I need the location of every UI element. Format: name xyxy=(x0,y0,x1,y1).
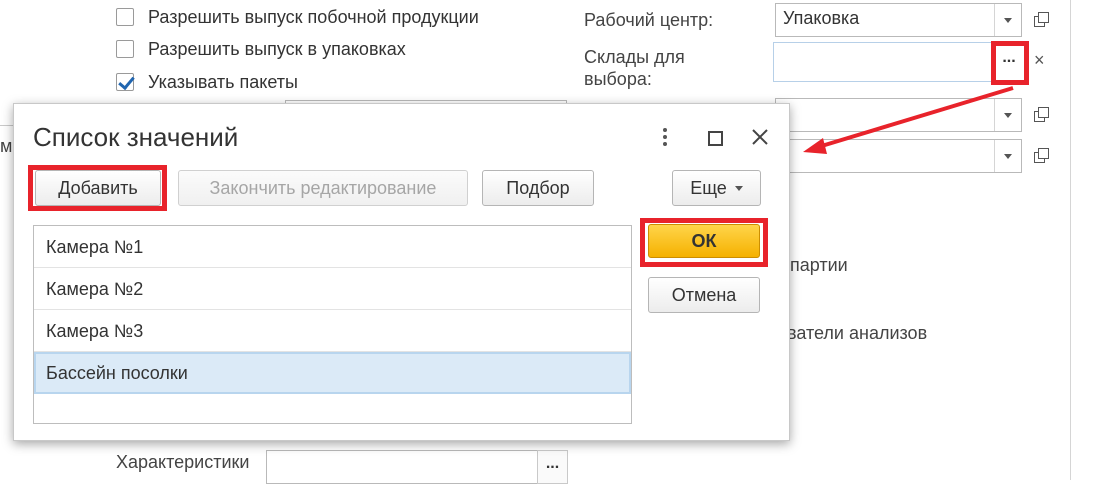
more-vertical-icon[interactable] xyxy=(663,128,667,146)
chevron-down-icon xyxy=(1004,17,1012,23)
finish-editing-button[interactable]: Закончить редактирование xyxy=(178,170,468,206)
list-item[interactable]: Камера №3 xyxy=(34,310,631,352)
work-center-label: Рабочий центр: xyxy=(584,10,714,30)
warehouses-field[interactable] xyxy=(773,42,1025,82)
highlight-frame xyxy=(28,165,167,211)
dropdown-button[interactable] xyxy=(994,4,1021,36)
checkbox[interactable] xyxy=(116,40,134,58)
value-list[interactable]: Камера №1 Камера №2 Камера №3 Бассейн по… xyxy=(33,225,632,424)
left-edge-lines xyxy=(0,125,13,336)
annotation-arrow xyxy=(803,86,1014,154)
chevron-down-icon xyxy=(734,185,743,191)
checkbox-specify-packages[interactable]: Указывать пакеты xyxy=(116,70,298,94)
pick-button[interactable]: Подбор xyxy=(482,170,594,206)
list-item-selected[interactable]: Бассейн посолки xyxy=(34,352,631,394)
highlight-frame xyxy=(640,218,768,267)
highlight-frame xyxy=(991,41,1029,85)
checkbox[interactable] xyxy=(116,8,134,26)
open-icon[interactable] xyxy=(1034,107,1049,122)
maximize-icon[interactable] xyxy=(708,131,723,146)
checkbox-label: Указывать пакеты xyxy=(148,71,298,92)
list-item[interactable]: Камера №2 xyxy=(34,268,631,310)
divider xyxy=(1070,0,1071,480)
value-list-dialog: Список значений Добавить Закончить редак… xyxy=(13,103,790,441)
characteristics-select-button[interactable]: ... xyxy=(537,450,568,484)
more-button[interactable]: Еще xyxy=(672,170,761,206)
checkbox-byproducts[interactable]: Разрешить выпуск побочной продукции xyxy=(116,5,479,29)
clear-icon[interactable]: × xyxy=(1034,50,1045,71)
open-icon[interactable] xyxy=(1034,12,1049,27)
work-center-value: Упаковка xyxy=(783,8,860,28)
checkbox-label: Разрешить выпуск в упаковках xyxy=(148,38,406,59)
warehouses-label: Склады для выбора: xyxy=(584,47,685,89)
dialog-title: Список значений xyxy=(33,122,239,152)
work-center-field[interactable]: Упаковка xyxy=(775,3,1022,37)
open-icon[interactable] xyxy=(1034,148,1049,163)
checkbox-packages-release[interactable]: Разрешить выпуск в упаковках xyxy=(116,37,406,61)
checkbox-label: Разрешить выпуск побочной продукции xyxy=(148,6,479,27)
more-label: Еще xyxy=(690,177,727,198)
cancel-button[interactable]: Отмена xyxy=(648,277,760,313)
partial-label: партии xyxy=(790,255,848,275)
close-icon[interactable] xyxy=(752,129,768,145)
list-item[interactable]: Камера №1 xyxy=(34,226,631,268)
partial-label: ватели анализов xyxy=(787,323,928,343)
characteristics-label: Характеристики xyxy=(116,452,250,472)
characteristics-field[interactable] xyxy=(266,450,538,484)
checkbox[interactable] xyxy=(116,73,134,91)
